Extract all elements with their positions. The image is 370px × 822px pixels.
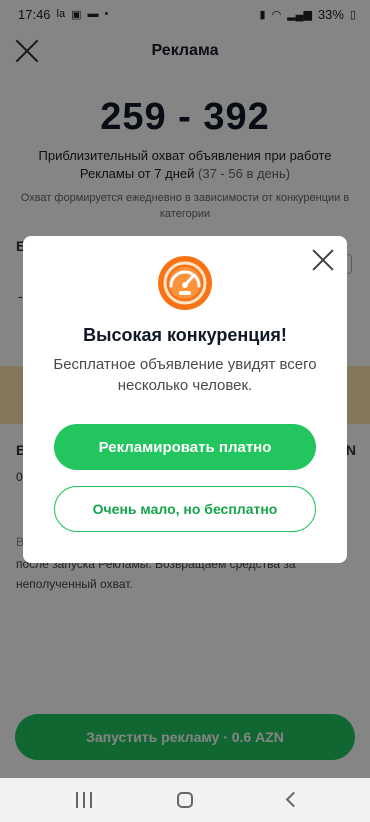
competition-modal: Высокая конкуренция! Бесплатное объявлен… <box>23 236 347 563</box>
back-icon[interactable] <box>282 788 306 812</box>
promote-paid-button[interactable]: Рекламировать платно <box>54 424 316 470</box>
close-icon[interactable] <box>311 248 335 272</box>
home-icon[interactable] <box>174 788 198 812</box>
system-nav-bar <box>0 778 370 822</box>
speedometer-icon <box>158 256 212 310</box>
recents-icon[interactable] <box>72 788 96 812</box>
modal-text: Бесплатное объявление увидят всего неско… <box>53 356 317 394</box>
modal-title: Высокая конкуренция! <box>83 325 287 345</box>
continue-free-button[interactable]: Очень мало, но бесплатно <box>54 486 316 532</box>
